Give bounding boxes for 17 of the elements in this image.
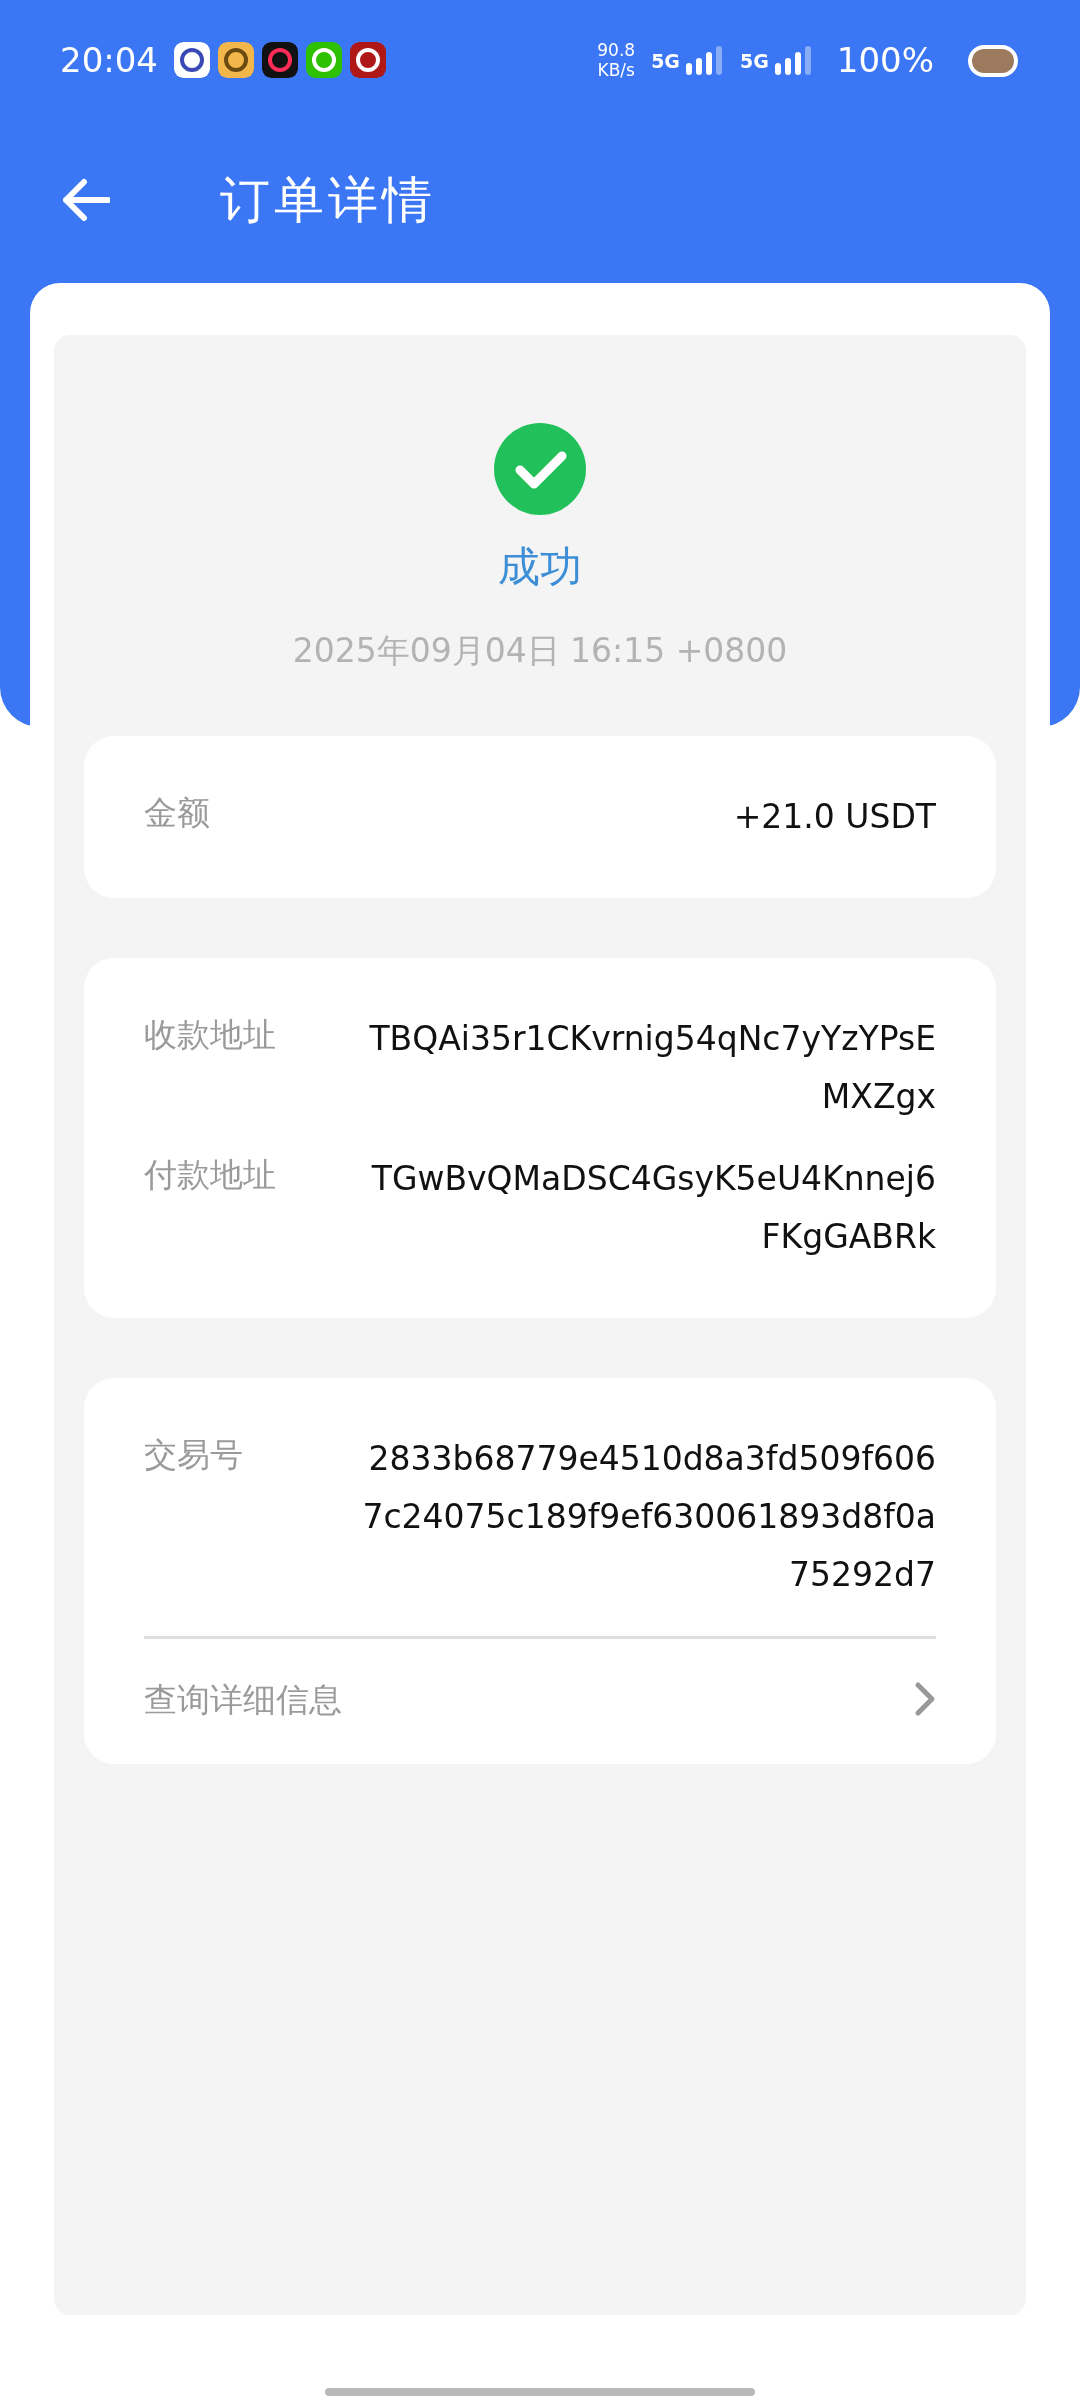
status-label: 成功 <box>498 541 582 593</box>
field-value: TBQAi35r1CKvrnig54qNc7yYzYPsEMXZgx <box>368 1017 936 1118</box>
network-type: 5G <box>739 48 769 74</box>
clock-time: 20:04 <box>60 38 158 82</box>
field-label: 金额 <box>144 791 210 834</box>
field-label: 交易号 <box>144 1433 243 1476</box>
field-value: TGwBvQMaDSC4GsyK5eU4Knnej6FKgGABRk <box>370 1157 936 1258</box>
field-label: 付款地址 <box>144 1153 276 1196</box>
page-title: 订单详情 <box>220 169 436 231</box>
network-type: 5G <box>651 48 680 74</box>
field-label: 收款地址 <box>144 1013 276 1056</box>
network-speed: 90.8 KB/s <box>597 39 636 81</box>
field-value: 2833b68779e4510d8a3fd509f6067c24075c189f9ef630061893d8f0a75292d7 <box>361 1437 936 1596</box>
field-value: +21.0 USDT <box>733 795 936 838</box>
details-link[interactable]: 查询详细信息 <box>144 1638 936 1724</box>
battery-percent: 100% <box>836 38 934 82</box>
timestamp: 2025年09月04日 16:15 +0800 <box>292 630 788 672</box>
